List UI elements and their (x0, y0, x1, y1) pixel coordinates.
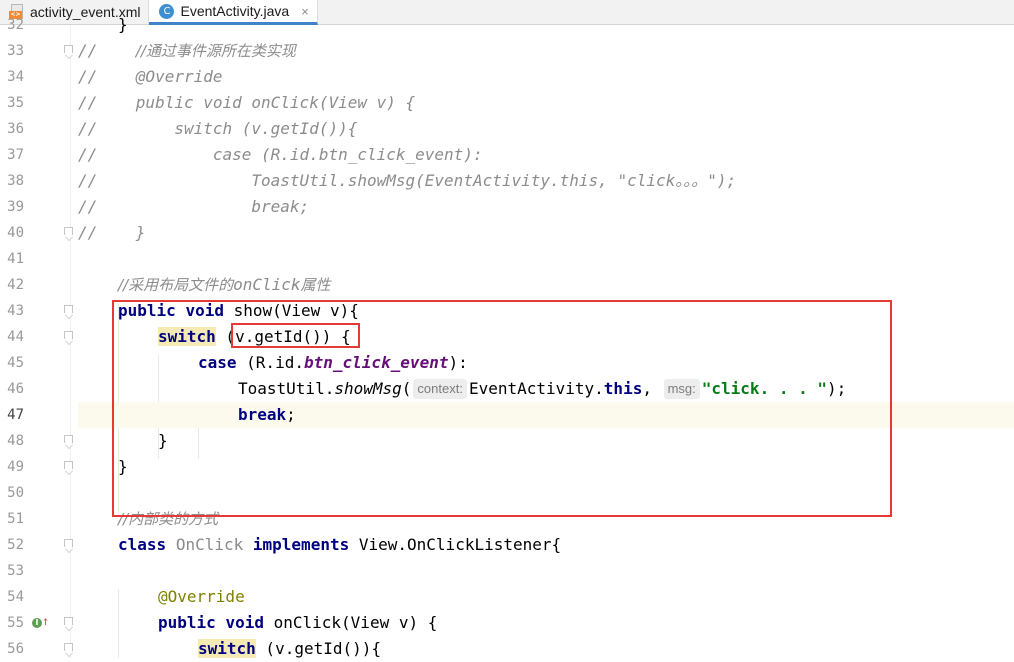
fold-marker-icon[interactable] (64, 227, 73, 238)
code-text: class OnClick implements View.OnClickLis… (118, 535, 562, 554)
code-line: 54 @Override (0, 584, 1014, 610)
fold-marker-icon[interactable] (64, 461, 73, 472)
code-text: public void onClick(View v) { (158, 613, 438, 632)
fold-marker-icon[interactable] (64, 305, 73, 316)
line-number: 35 (7, 95, 24, 111)
line-number: 37 (7, 147, 24, 163)
line-number: 40 (7, 225, 24, 241)
code-text: // //通过事件源所在类实现 (78, 41, 296, 60)
code-line: 37 // case (R.id.btn_click_event): (0, 142, 1014, 168)
line-number: 38 (7, 173, 24, 189)
line-number: 54 (7, 589, 24, 605)
code-line: 55 I ↑ public void onClick(View v) { (0, 610, 1014, 636)
code-line: 42 //采用布局文件的onClick属性 (0, 272, 1014, 298)
code-text: // switch (v.getId()){ (78, 119, 358, 138)
highlight-box-show-signature (231, 323, 360, 348)
code-text: // case (R.id.btn_click_event): (78, 145, 483, 164)
line-number: 52 (7, 537, 24, 553)
code-text: switch (v.getId()){ (198, 639, 382, 658)
line-number: 50 (7, 485, 24, 501)
code-line: 39 // break; (0, 194, 1014, 220)
line-number: 45 (7, 355, 24, 371)
code-line: 52 class OnClick implements View.OnClick… (0, 532, 1014, 558)
code-line: 34 // @Override (0, 64, 1014, 90)
code-text: @Override (158, 587, 245, 606)
code-line: 41 (0, 246, 1014, 272)
code-text: // @Override (78, 67, 223, 86)
line-number: 36 (7, 121, 24, 137)
line-number: 44 (7, 329, 24, 345)
fold-marker-icon[interactable] (64, 331, 73, 342)
code-line: 32 } (0, 12, 1014, 38)
code-line: 38 // ToastUtil.showMsg(EventActivity.th… (0, 168, 1014, 194)
line-number: 56 (7, 641, 24, 657)
line-number: 42 (7, 277, 24, 293)
code-text: // public void onClick(View v) { (78, 93, 416, 112)
line-number: 53 (7, 563, 24, 579)
fold-marker-icon[interactable] (64, 45, 73, 56)
line-number: 34 (7, 69, 24, 85)
code-line: 33 // //通过事件源所在类实现 (0, 38, 1014, 64)
line-number: 55 (7, 615, 24, 631)
line-number: 33 (7, 43, 24, 59)
line-number: 39 (7, 199, 24, 215)
code-line: 56 switch (v.getId()){ (0, 636, 1014, 662)
code-line: 36 // switch (v.getId()){ (0, 116, 1014, 142)
code-text: //采用布局文件的onClick属性 (118, 275, 331, 294)
line-number: 49 (7, 459, 24, 475)
code-line: 53 (0, 558, 1014, 584)
code-text: // break; (78, 197, 310, 216)
line-number: 46 (7, 381, 24, 397)
fold-marker-icon[interactable] (64, 435, 73, 446)
implements-method-icon[interactable]: I ↑ (32, 614, 49, 630)
code-text: // ToastUtil.showMsg(EventActivity.this,… (78, 171, 737, 190)
fold-marker-icon[interactable] (64, 617, 73, 628)
code-line: 40 // } (0, 220, 1014, 246)
code-editor[interactable]: 32 } 33 // //通过事件源所在类实现 34 // @Override … (0, 15, 1014, 658)
line-number: 43 (7, 303, 24, 319)
code-text: } (118, 15, 128, 34)
line-number: 47 (7, 407, 24, 423)
code-text: // } (78, 223, 146, 242)
line-number: 32 (7, 17, 24, 33)
line-number: 48 (7, 433, 24, 449)
line-number: 41 (7, 251, 24, 267)
fold-marker-icon[interactable] (64, 643, 73, 654)
code-line: 35 // public void onClick(View v) { (0, 90, 1014, 116)
line-number: 51 (7, 511, 24, 527)
fold-marker-icon[interactable] (64, 539, 73, 550)
highlight-box-show-method (112, 300, 892, 517)
